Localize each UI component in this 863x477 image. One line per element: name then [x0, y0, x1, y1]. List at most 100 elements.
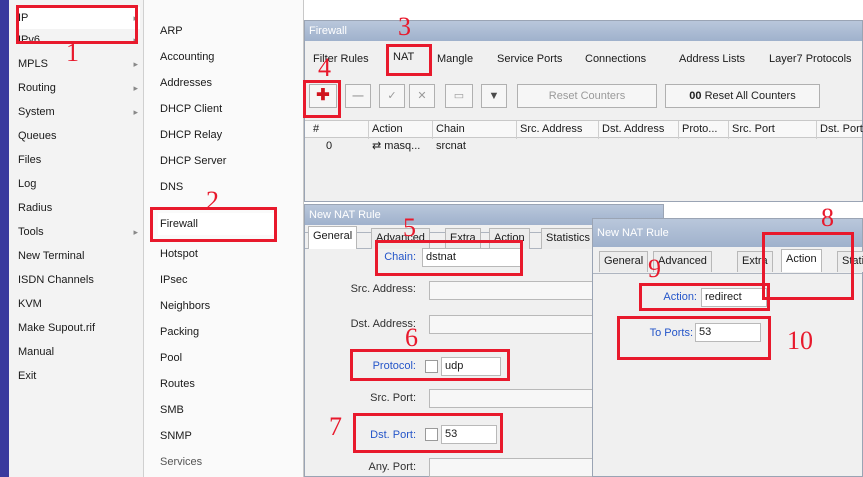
submenu-item-pool[interactable]: Pool — [160, 347, 182, 369]
dst-port-field[interactable]: 53 — [441, 425, 497, 444]
enable-icon[interactable]: ✓ — [379, 84, 405, 108]
col-src-address[interactable]: Src. Address — [517, 121, 599, 139]
tab-statistics[interactable]: Statistics — [837, 251, 863, 272]
dst-address-label: Dst. Address: — [350, 318, 416, 330]
menu-item-radius[interactable]: Radius — [18, 197, 140, 219]
submenu-item-packing[interactable]: Packing — [160, 321, 199, 343]
submenu-item-dhcp-client[interactable]: DHCP Client — [160, 98, 222, 120]
any-port-field[interactable] — [429, 458, 599, 477]
firewall-title[interactable]: Firewall — [305, 21, 862, 41]
tab-extra[interactable]: Extra — [737, 251, 773, 272]
menu-item-label: IP — [18, 12, 29, 24]
row-action-label: masq... — [384, 140, 421, 152]
menu-item-tools[interactable]: Tools ▸ — [18, 221, 140, 243]
menu-item-system[interactable]: System ▸ — [18, 101, 140, 123]
remove-icon[interactable]: — — [345, 84, 371, 108]
col-chain[interactable]: Chain — [433, 121, 517, 139]
tab-layer7-protocols[interactable]: Layer7 Protocols — [765, 50, 856, 71]
menu-item-mpls[interactable]: MPLS ▸ — [18, 53, 140, 75]
menu-item-exit[interactable]: Exit — [18, 365, 140, 387]
col-protocol[interactable]: Proto... — [679, 121, 729, 139]
tab-action[interactable]: Action — [781, 249, 822, 272]
tab-action[interactable]: Action — [489, 228, 530, 249]
col-action[interactable]: Action — [369, 121, 433, 139]
step-number-10: 10 — [787, 326, 813, 355]
tab-extra[interactable]: Extra — [445, 228, 481, 249]
menu-item-ipv6[interactable]: IPv6 ▸ — [18, 29, 140, 51]
table-row[interactable]: 0 ⇄ masq... srcnat — [305, 138, 862, 154]
chain-field[interactable]: dstnat — [422, 248, 522, 267]
submenu-item-neighbors[interactable]: Neighbors — [160, 295, 210, 317]
reset-all-counters-button[interactable]: 00 Reset All Counters — [665, 84, 820, 108]
comment-icon[interactable]: ▭ — [445, 84, 473, 108]
tab-advanced[interactable]: Advanced — [653, 251, 712, 272]
submenu-item-addresses[interactable]: Addresses — [160, 72, 212, 94]
dst-port-not-checkbox[interactable] — [425, 428, 438, 441]
menu-item-manual[interactable]: Manual — [18, 341, 140, 363]
submenu-item-arp[interactable]: ARP — [160, 20, 183, 42]
col-dst-port[interactable]: Dst. Port — [817, 121, 863, 139]
menu-item-ip[interactable]: IP ▸ — [18, 7, 140, 29]
submenu-item-dhcp-relay[interactable]: DHCP Relay — [160, 124, 222, 146]
col-src-port[interactable]: Src. Port — [729, 121, 817, 139]
menu-item-label: New Terminal — [18, 250, 85, 262]
firewall-toolbar: ✚ — ✓ ✕ ▭ ▼ Reset Counters 00 Reset All … — [305, 84, 862, 110]
disable-icon[interactable]: ✕ — [409, 84, 435, 108]
to-ports-field[interactable]: 53 — [695, 323, 761, 342]
step-number-3: 3 — [398, 12, 411, 41]
menu-item-make-supout[interactable]: Make Supout.rif — [18, 317, 140, 339]
menu-item-label: ISDN Channels — [18, 274, 94, 286]
protocol-not-checkbox[interactable] — [425, 360, 438, 373]
nat-rule-action-window: New NAT Rule General Advanced Extra Acti… — [592, 218, 863, 477]
menu-item-files[interactable]: Files — [18, 149, 140, 171]
menu-item-kvm[interactable]: KVM — [18, 293, 140, 315]
winbox-side-strip — [0, 0, 9, 477]
submenu-item-accounting[interactable]: Accounting — [160, 46, 214, 68]
menu-item-queues[interactable]: Queues — [18, 125, 140, 147]
ip-submenu: ARP Accounting Addresses DHCP Client DHC… — [144, 0, 304, 477]
col-dst-address[interactable]: Dst. Address — [599, 121, 679, 139]
filter-icon[interactable]: ▼ — [481, 84, 507, 108]
firewall-window: Firewall Filter Rules NAT Mangle Service… — [304, 20, 863, 202]
submenu-item-routes[interactable]: Routes — [160, 373, 195, 395]
src-port-field[interactable] — [429, 389, 599, 408]
step-number-4: 4 — [318, 53, 331, 82]
tab-service-ports[interactable]: Service Ports — [493, 50, 566, 71]
tab-address-lists[interactable]: Address Lists — [675, 50, 749, 71]
submenu-arrow-icon: ▸ — [133, 83, 138, 93]
step-number-9: 9 — [648, 254, 661, 283]
submenu-item-smb[interactable]: SMB — [160, 399, 184, 421]
submenu-item-services[interactable]: Services — [160, 451, 202, 473]
submenu-item-firewall[interactable]: Firewall — [158, 213, 274, 235]
nat-rule-action-tabs: General Advanced Extra Action Statistics — [593, 248, 863, 274]
submenu-item-snmp[interactable]: SNMP — [160, 425, 192, 447]
dst-address-field[interactable] — [429, 315, 599, 334]
menu-item-log[interactable]: Log — [18, 173, 140, 195]
menu-item-label: Exit — [18, 370, 37, 382]
src-address-field[interactable] — [429, 281, 599, 300]
tab-advanced[interactable]: Advanced — [371, 228, 430, 249]
row-chain: srcnat — [436, 140, 466, 152]
menu-item-label: MPLS — [18, 58, 48, 70]
submenu-item-dhcp-server[interactable]: DHCP Server — [160, 150, 226, 172]
col-number[interactable]: # — [305, 121, 369, 139]
step-number-6: 6 — [405, 323, 418, 352]
tab-nat[interactable]: NAT — [389, 48, 418, 71]
submenu-item-ipsec[interactable]: IPsec — [160, 269, 188, 291]
masquerade-icon: ⇄ — [372, 140, 382, 152]
action-field[interactable]: redirect — [701, 288, 767, 307]
step-number-8: 8 — [821, 203, 834, 232]
reset-counters-button[interactable]: Reset Counters — [517, 84, 657, 108]
menu-item-isdn-channels[interactable]: ISDN Channels — [18, 269, 140, 291]
menu-item-routing[interactable]: Routing ▸ — [18, 77, 140, 99]
submenu-item-dns[interactable]: DNS — [160, 176, 183, 198]
tab-mangle[interactable]: Mangle — [433, 50, 477, 71]
tab-statistics[interactable]: Statistics — [541, 228, 596, 249]
add-icon[interactable]: ✚ — [309, 84, 337, 108]
tab-general[interactable]: General — [599, 251, 649, 272]
submenu-item-hotspot[interactable]: Hotspot — [160, 243, 198, 265]
menu-item-new-terminal[interactable]: New Terminal — [18, 245, 140, 267]
protocol-field[interactable]: udp — [441, 357, 501, 376]
tab-connections[interactable]: Connections — [581, 50, 650, 71]
tab-general[interactable]: General — [308, 226, 358, 249]
